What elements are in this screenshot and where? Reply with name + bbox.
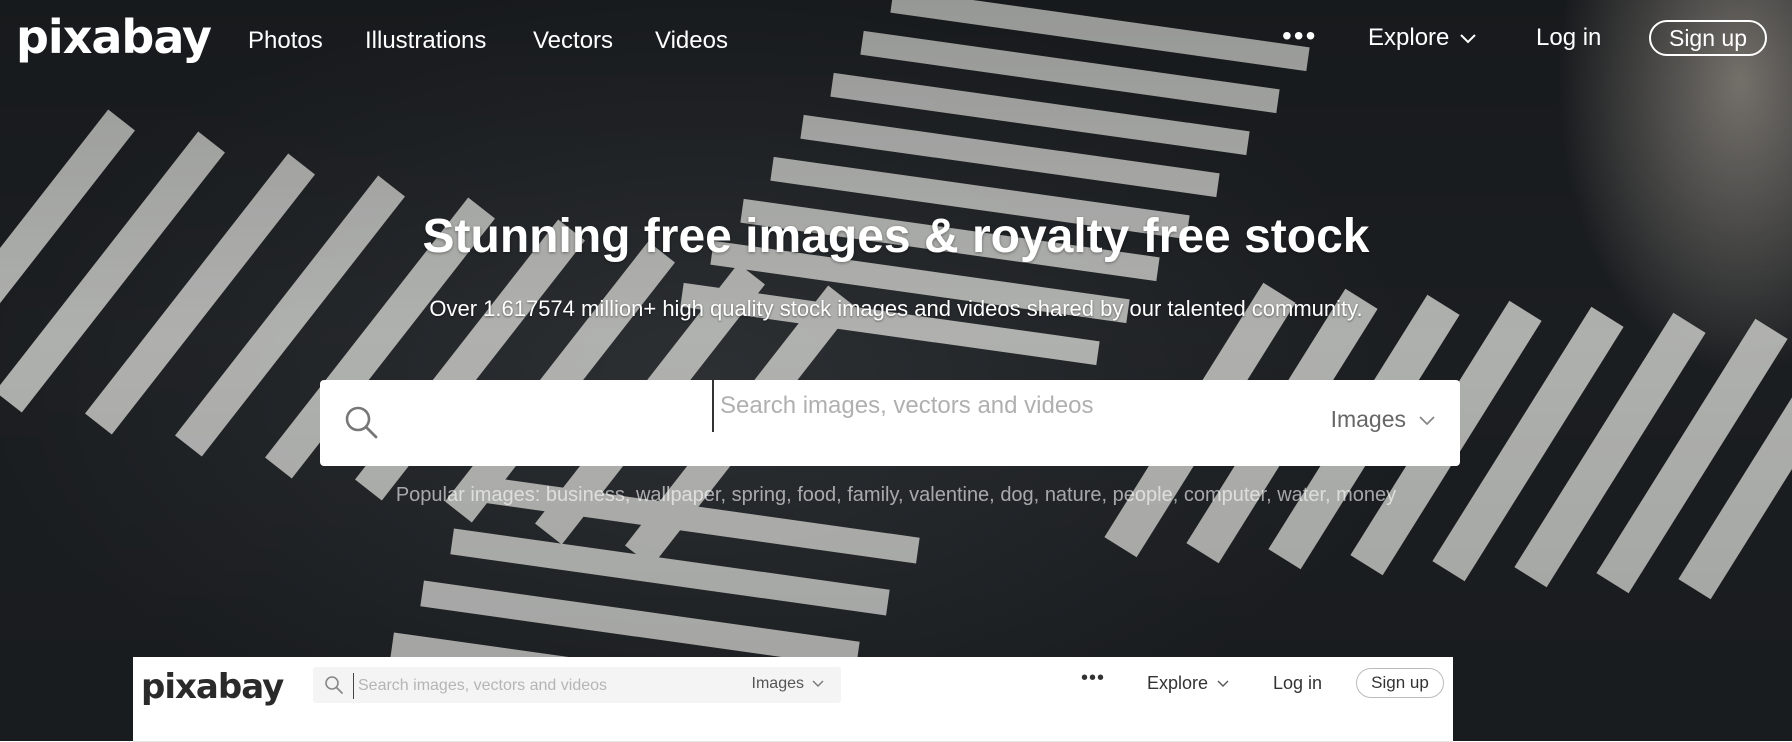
popular-term-link[interactable]: water, [1277,484,1330,506]
explore-label: Explore [1368,24,1450,51]
popular-term-link[interactable]: computer, [1184,484,1272,506]
sticky-search-input[interactable] [353,673,740,699]
chevron-down-icon [812,680,824,687]
popular-term-link[interactable]: family, [847,484,903,506]
search-icon[interactable] [323,674,345,696]
hero-background [0,0,1792,741]
hero-headline: Stunning free images & royalty free stoc… [422,210,1370,263]
pixabay-logo[interactable]: pixabay [141,670,284,704]
nav-photos[interactable]: Photos [248,27,323,55]
sticky-search-type-label: Images [751,675,804,692]
hero-search-bar: Images [320,380,1622,466]
login-link[interactable]: Log in [1536,24,1601,52]
sticky-explore-label: Explore [1147,673,1209,693]
search-icon[interactable] [342,403,382,443]
more-menu-button[interactable]: ••• [1282,20,1317,52]
popular-term-link[interactable]: nature, [1045,484,1107,506]
sticky-explore-dropdown[interactable]: Explore [1147,673,1230,694]
popular-term-link[interactable]: business, [546,484,631,506]
search-type-label: Images [1330,406,1406,432]
popular-label: Popular images: [395,484,541,506]
popular-term-link[interactable]: dog, [1000,484,1039,506]
sticky-login-link[interactable]: Log in [1273,673,1322,694]
sticky-more-menu-button[interactable]: ••• [1081,667,1105,690]
hero-overlay [0,0,1792,741]
sticky-signup-button[interactable]: Sign up [1356,668,1444,698]
sticky-content-area [133,724,1453,741]
popular-term-link[interactable]: people, [1113,484,1179,506]
popular-term-link[interactable]: food, [797,484,841,506]
chevron-down-icon [1419,415,1435,425]
nav-videos[interactable]: Videos [655,27,728,55]
search-type-select[interactable]: Images [1331,406,1436,433]
popular-term-link[interactable]: money [1336,484,1396,506]
popular-term-link[interactable]: wallpaper, [636,484,726,506]
popular-searches: Popular images: business, wallpaper, spr… [0,484,1792,507]
hero-subheadline: Over 1.617574 million+ high quality stoc… [429,296,1363,321]
pixabay-logo[interactable]: pixabay [16,14,212,60]
nav-vectors[interactable]: Vectors [533,27,613,55]
sticky-search-bar: Images [313,667,841,703]
chevron-down-icon [1460,34,1477,44]
search-input[interactable] [712,380,1622,432]
explore-dropdown[interactable]: Explore [1368,24,1477,52]
popular-term-link[interactable]: valentine, [909,484,995,506]
popular-term-link[interactable]: spring, [732,484,792,506]
sticky-search-type-select[interactable]: Images [752,675,825,693]
signup-button[interactable]: Sign up [1649,20,1767,56]
chevron-down-icon [1217,680,1229,687]
nav-illustrations[interactable]: Illustrations [365,27,486,55]
